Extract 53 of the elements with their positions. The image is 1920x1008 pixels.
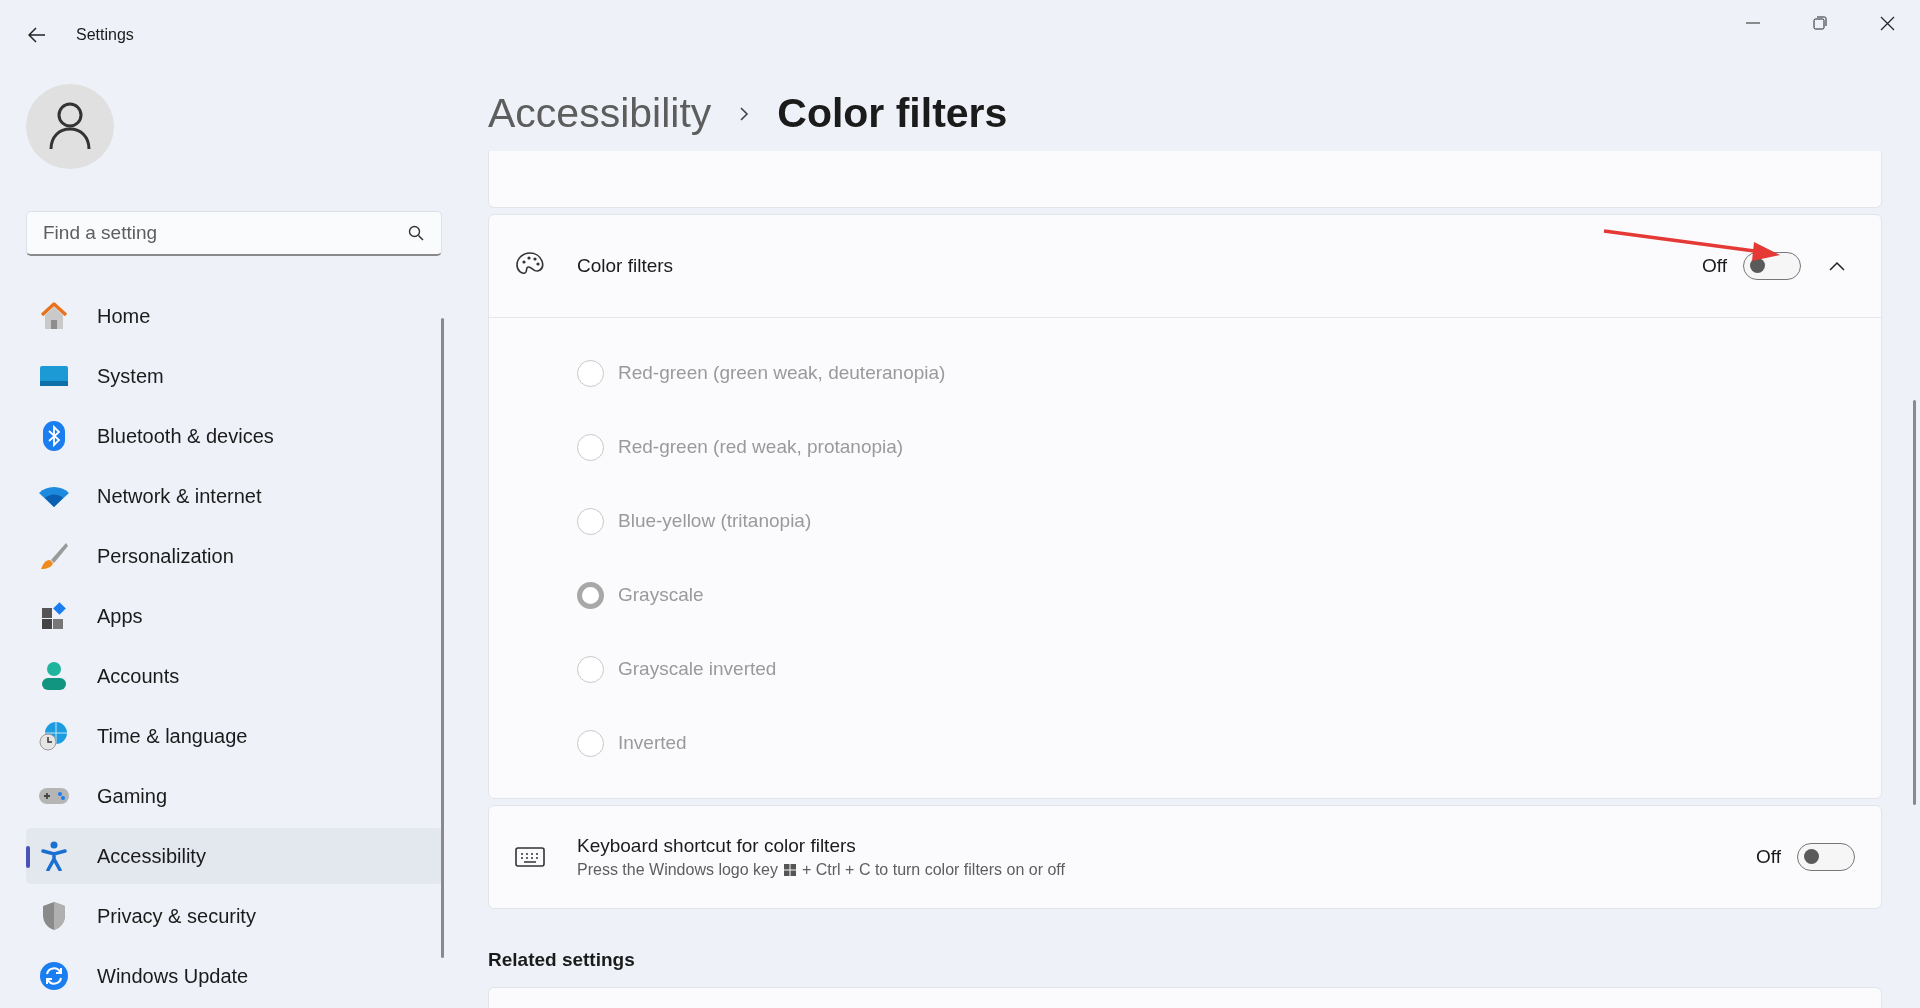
nav-item[interactable]: System bbox=[26, 348, 442, 404]
page-title: Color filters bbox=[777, 90, 1008, 137]
radio-button[interactable] bbox=[577, 433, 604, 461]
toggle-state-text: Off bbox=[1756, 846, 1781, 868]
nav-item[interactable]: Time & language bbox=[26, 708, 442, 764]
radio-button[interactable] bbox=[577, 507, 604, 535]
section-heading: Related settings bbox=[488, 949, 636, 971]
nav-item[interactable]: Bluetooth & devices bbox=[26, 408, 442, 464]
window-title: Settings bbox=[76, 25, 134, 44]
nav-item[interactable]: Network & internet bbox=[26, 468, 442, 524]
chevron-up-icon[interactable] bbox=[1829, 261, 1845, 271]
scrollbar[interactable] bbox=[441, 318, 444, 958]
nav-item[interactable]: Apps bbox=[26, 588, 442, 644]
toggle-state-text: Off bbox=[1702, 255, 1727, 277]
globe-clock-icon bbox=[39, 721, 69, 751]
nav-item[interactable]: Home bbox=[26, 288, 442, 344]
shield-icon bbox=[41, 901, 67, 931]
bluetooth-icon bbox=[43, 421, 65, 451]
toggle-switch[interactable] bbox=[1797, 843, 1855, 871]
back-icon[interactable] bbox=[28, 26, 46, 43]
nav-item[interactable]: Accounts bbox=[26, 648, 442, 704]
nav-item[interactable]: Privacy & security bbox=[26, 888, 442, 944]
search-field[interactable]: Find a setting bbox=[26, 211, 442, 256]
wifi-icon bbox=[38, 485, 70, 507]
toggle-switch[interactable] bbox=[1743, 252, 1801, 280]
setting-label: Keyboard shortcut for color filters bbox=[577, 835, 857, 857]
nav-item[interactable]: Gaming bbox=[26, 768, 442, 824]
setting-description: + Ctrl + C to turn color filters on or off bbox=[802, 861, 1065, 879]
gamepad-icon bbox=[38, 785, 70, 807]
setting-description: Press the Windows logo key bbox=[577, 861, 778, 879]
scrollbar[interactable] bbox=[1913, 400, 1916, 805]
keyboard-icon bbox=[515, 846, 545, 868]
nav-item[interactable]: Personalization bbox=[26, 528, 442, 584]
monitor-icon bbox=[39, 365, 69, 387]
radio-button[interactable] bbox=[577, 729, 604, 757]
accessibility-icon bbox=[41, 841, 67, 871]
setting-label: Color filters bbox=[577, 255, 674, 277]
breadcrumb-link[interactable]: Accessibility bbox=[488, 90, 712, 137]
refresh-icon bbox=[39, 961, 69, 991]
radio-button[interactable] bbox=[577, 581, 604, 609]
close-icon[interactable] bbox=[1880, 15, 1895, 31]
nav-item[interactable]: Accessibility bbox=[26, 828, 442, 884]
apps-icon bbox=[40, 602, 68, 630]
chevron-right-icon bbox=[739, 105, 750, 122]
search-icon bbox=[408, 225, 424, 241]
radio-button[interactable] bbox=[577, 655, 604, 683]
restore-icon[interactable] bbox=[1813, 16, 1827, 30]
person-icon bbox=[41, 661, 67, 691]
paintbrush-icon bbox=[39, 541, 69, 571]
nav-item[interactable]: Windows Update bbox=[26, 948, 442, 1004]
radio-button[interactable] bbox=[577, 359, 604, 387]
windows-logo-icon bbox=[784, 864, 796, 876]
house-icon bbox=[39, 302, 69, 330]
